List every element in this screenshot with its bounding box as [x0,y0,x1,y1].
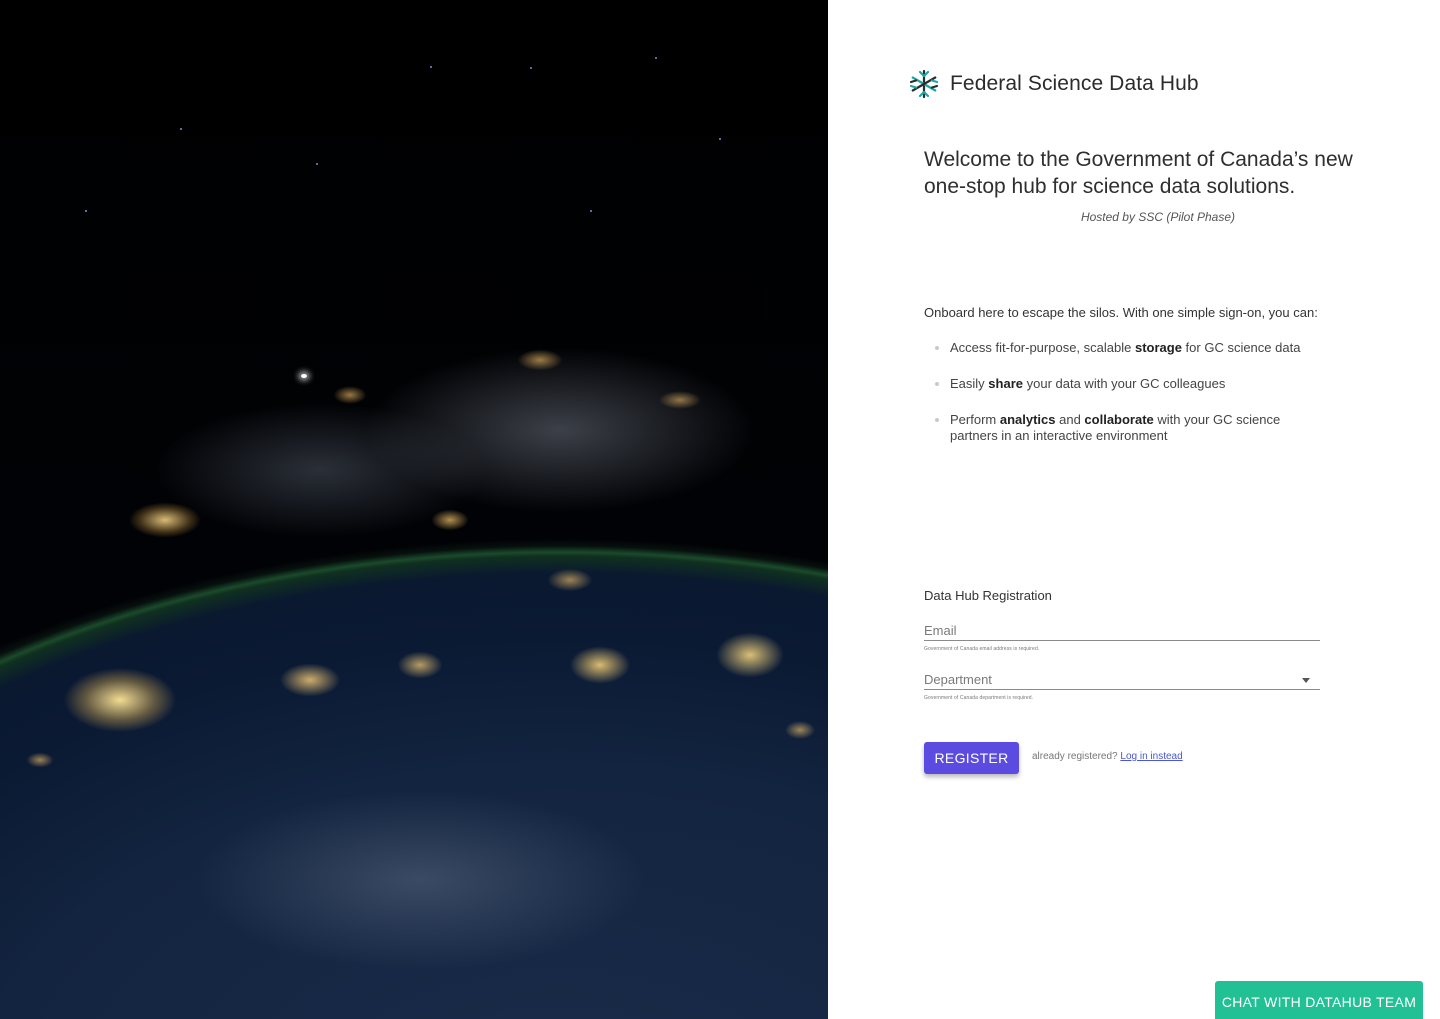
hero-image [0,0,828,1019]
bullet-icon [935,418,939,422]
star [530,67,532,69]
caret-down-icon [1302,678,1310,683]
login-link[interactable]: Log in instead [1120,751,1182,762]
star [430,66,432,68]
snowflake-data-icon [909,69,939,99]
already-registered-text: already registered? [1032,751,1118,762]
hosted-by-text: Hosted by SSC (Pilot Phase) [1080,210,1236,224]
department-select-value: Department [924,672,992,687]
benefit-text: your data with your GC colleagues [1023,376,1226,391]
intro-text: Onboard here to escape the silos. With o… [924,305,1318,320]
benefit-keyword: share [988,376,1023,391]
benefit-item-analytics: Perform analytics and collaborate with y… [924,412,1324,444]
registration-title: Data Hub Registration [924,588,1052,603]
registration-panel: Federal Science Data Hub Welcome to the … [828,0,1440,1019]
benefit-text: and [1055,412,1085,427]
star [316,163,318,165]
bullet-icon [935,346,939,350]
register-button[interactable]: REGISTER [924,742,1019,774]
benefit-keyword: collaborate [1084,412,1154,427]
welcome-headline: Welcome to the Government of Canada’s ne… [924,148,1353,198]
brand: Federal Science Data Hub [908,68,1199,100]
star [85,210,87,212]
email-helper-text: Government of Canada email address is re… [924,646,1040,652]
benefit-text: for GC science data [1181,340,1301,355]
benefit-text: Easily [950,376,989,391]
benefit-item-storage: Access fit-for-purpose, scalable storage… [924,340,1324,356]
bullet-icon [935,382,939,386]
star [180,128,182,130]
email-field-group: Government of Canada email address is re… [924,622,1320,652]
email-input[interactable] [924,622,1320,641]
benefit-keyword: storage [1134,340,1182,355]
already-registered: already registered? Log in instead [1032,751,1183,762]
star [590,210,592,212]
star [719,138,721,140]
benefit-item-share: Easily share your data with your GC coll… [924,376,1324,392]
benefit-keyword: analytics [999,412,1056,427]
star [655,57,657,59]
benefits-list: Access fit-for-purpose, scalable storage… [924,340,1324,464]
chat-with-team-button[interactable]: CHAT WITH DATAHUB TEAM [1215,981,1423,1019]
city-glow [301,374,307,378]
department-helper-text: Government of Canada department is requi… [924,695,1034,701]
department-field-group: Department Government of Canada departme… [924,671,1320,701]
benefit-text: Perform [950,412,1000,427]
benefit-text: Access fit-for-purpose, scalable [950,340,1135,355]
brand-name: Federal Science Data Hub [950,72,1199,95]
department-select[interactable]: Department [924,671,1320,690]
